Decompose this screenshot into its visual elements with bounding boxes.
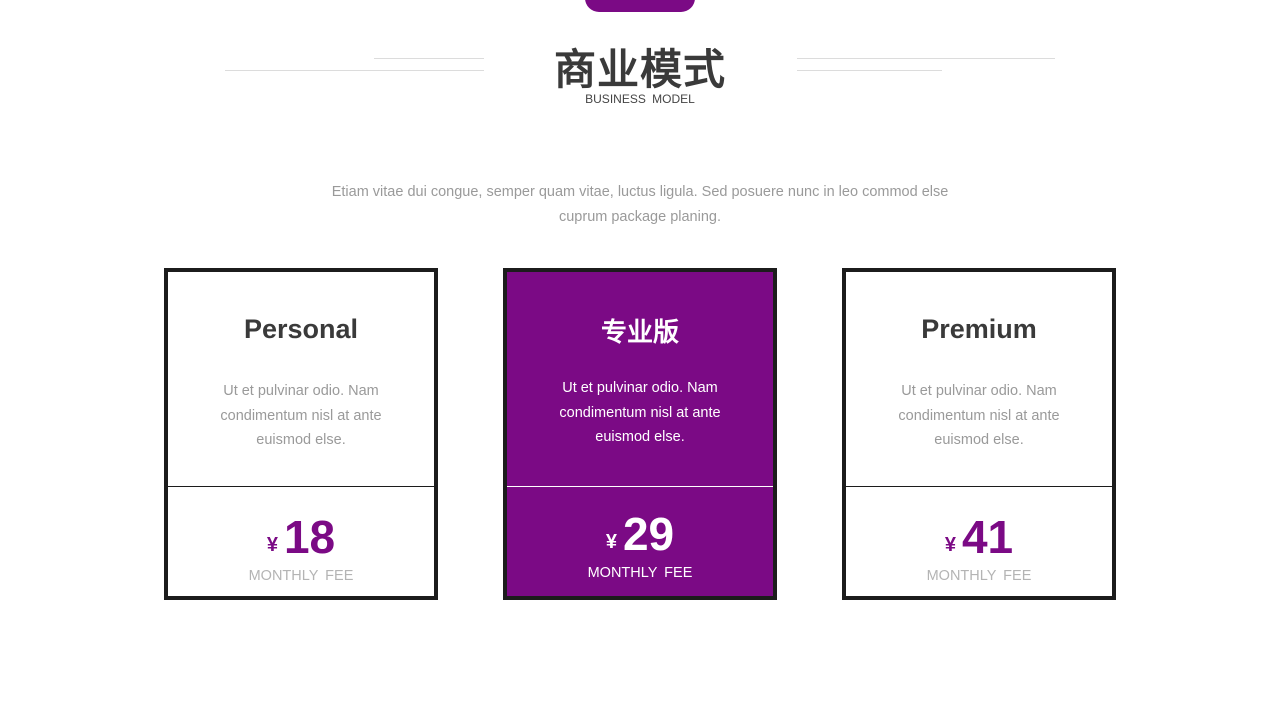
plan-description-line: condimentum nisl at ante bbox=[220, 407, 382, 424]
price-amount: 18 bbox=[283, 511, 336, 563]
plan-price: ¥29 bbox=[507, 507, 773, 561]
currency-symbol: ¥ bbox=[944, 534, 956, 556]
plan-name: 专业版 bbox=[600, 318, 679, 348]
card-divider bbox=[507, 486, 773, 487]
top-accent-tab bbox=[585, 0, 695, 12]
plan-description: Ut et pulvinar odio. Nam condimentum nis… bbox=[537, 376, 743, 450]
intro-line-2: cuprum package planing. bbox=[558, 209, 722, 225]
pricing-card-premium[interactable]: Premium Ut et pulvinar odio. Nam condime… bbox=[842, 268, 1116, 600]
plan-description-line: euismod else. bbox=[934, 432, 1024, 448]
plan-name: Premium bbox=[921, 314, 1037, 344]
currency-symbol: ¥ bbox=[266, 534, 278, 556]
card-divider bbox=[846, 486, 1112, 487]
plan-description: Ut et pulvinar odio. Nam condimentum nis… bbox=[198, 379, 404, 453]
plan-description-line: condimentum nisl at ante bbox=[898, 407, 1060, 424]
plan-price: ¥18 bbox=[168, 510, 434, 564]
intro-line-1: Etiam vitae dui congue, semper quam vita… bbox=[331, 184, 949, 200]
fee-label: MONTHLY FEE bbox=[926, 568, 1032, 584]
plan-price: ¥41 bbox=[846, 510, 1112, 564]
price-amount: 29 bbox=[622, 508, 675, 560]
intro-paragraph: Etiam vitae dui congue, semper quam vita… bbox=[300, 180, 980, 230]
plan-description: Ut et pulvinar odio. Nam condimentum nis… bbox=[876, 379, 1082, 453]
plan-description-line: euismod else. bbox=[595, 429, 685, 445]
fee-label: MONTHLY FEE bbox=[587, 565, 693, 581]
plan-description-line: Ut et pulvinar odio. Nam bbox=[901, 383, 1057, 399]
pricing-card-professional[interactable]: 专业版 Ut et pulvinar odio. Nam condimentum… bbox=[503, 268, 777, 600]
fee-label: MONTHLY FEE bbox=[248, 568, 354, 584]
plan-description-line: euismod else. bbox=[256, 432, 346, 448]
plan-description-line: Ut et pulvinar odio. Nam bbox=[562, 380, 718, 396]
plan-description-line: Ut et pulvinar odio. Nam bbox=[223, 383, 379, 399]
plan-name: Personal bbox=[243, 314, 359, 344]
plan-description-line: condimentum nisl at ante bbox=[559, 404, 721, 421]
card-divider bbox=[168, 486, 434, 487]
price-amount: 41 bbox=[961, 511, 1014, 563]
page-title: 商业模式 bbox=[553, 45, 726, 94]
pricing-card-personal[interactable]: Personal Ut et pulvinar odio. Nam condim… bbox=[164, 268, 438, 600]
currency-symbol: ¥ bbox=[605, 531, 617, 553]
page-subtitle: BUSINESS MODEL bbox=[585, 92, 695, 106]
